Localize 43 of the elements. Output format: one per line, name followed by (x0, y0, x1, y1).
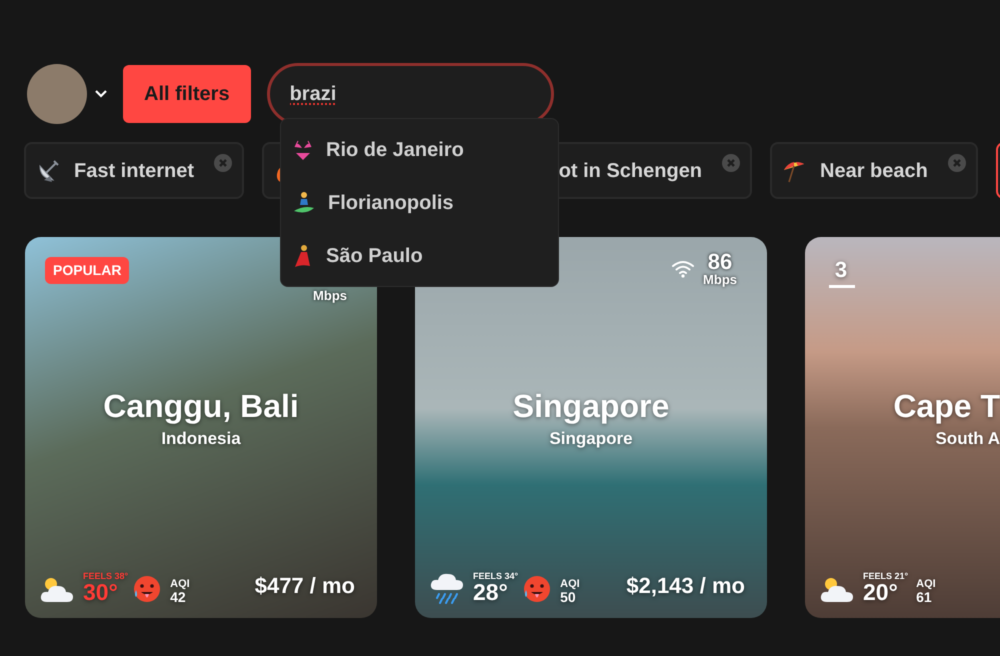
temperature: 30° (83, 581, 118, 604)
hot-face-icon (132, 574, 162, 604)
feels-like: FEELS 34° (473, 572, 518, 581)
rank-number: 3 (834, 259, 848, 281)
aqi-label: AQI (170, 579, 190, 590)
aqi-value: 42 (170, 590, 186, 604)
suggestion-item[interactable]: Florianopolis (281, 176, 558, 229)
temperature: 20° (863, 581, 899, 604)
aqi-value: 61 (916, 590, 932, 604)
remove-icon[interactable] (722, 154, 740, 172)
temperature: 28° (473, 581, 508, 604)
filter-chip[interactable]: Near beach (770, 142, 978, 199)
chevron-down-icon[interactable] (95, 90, 107, 98)
aqi-value: 50 (560, 590, 576, 604)
country-name: South A (935, 428, 1000, 450)
city-name: Singapore (512, 386, 670, 426)
remove-icon[interactable] (214, 154, 232, 172)
wifi-icon (671, 260, 696, 278)
suggestion-item[interactable]: Rio de Janeiro (281, 123, 558, 176)
filter-chip[interactable]: Fast internet (24, 142, 244, 199)
monthly-cost: $477 / mo (254, 572, 356, 600)
internet-speed: 86 (708, 251, 732, 273)
monthly-cost: $2,143 / mo (626, 572, 746, 600)
chip-label: ot in Schengen (558, 158, 702, 184)
country-name: Indonesia (161, 428, 241, 450)
city-name: Canggu, Bali (103, 386, 299, 426)
all-filters-button[interactable]: All filters (123, 65, 251, 123)
remove-icon[interactable] (948, 154, 966, 172)
rank-underline (829, 285, 855, 288)
feels-like: FEELS 38° (83, 572, 128, 581)
destination-card[interactable]: 3 Cape T South A FEELS 21° 20° AQI 61 (805, 237, 1000, 618)
chip-label: Near beach (820, 158, 928, 184)
city-name: Cape T (893, 386, 1000, 426)
feels-like: FEELS 21° (863, 572, 908, 581)
popular-badge: POPULAR (45, 257, 130, 284)
speed-unit: Mbps (703, 273, 737, 286)
aqi-label: AQI (916, 579, 936, 590)
chip-label: Fast internet (74, 158, 194, 184)
hot-face-icon (522, 574, 552, 604)
surfer-icon (292, 190, 316, 214)
country-name: Singapore (549, 428, 633, 450)
aqi-label: AQI (560, 579, 580, 590)
speed-unit: Mbps (313, 289, 347, 302)
